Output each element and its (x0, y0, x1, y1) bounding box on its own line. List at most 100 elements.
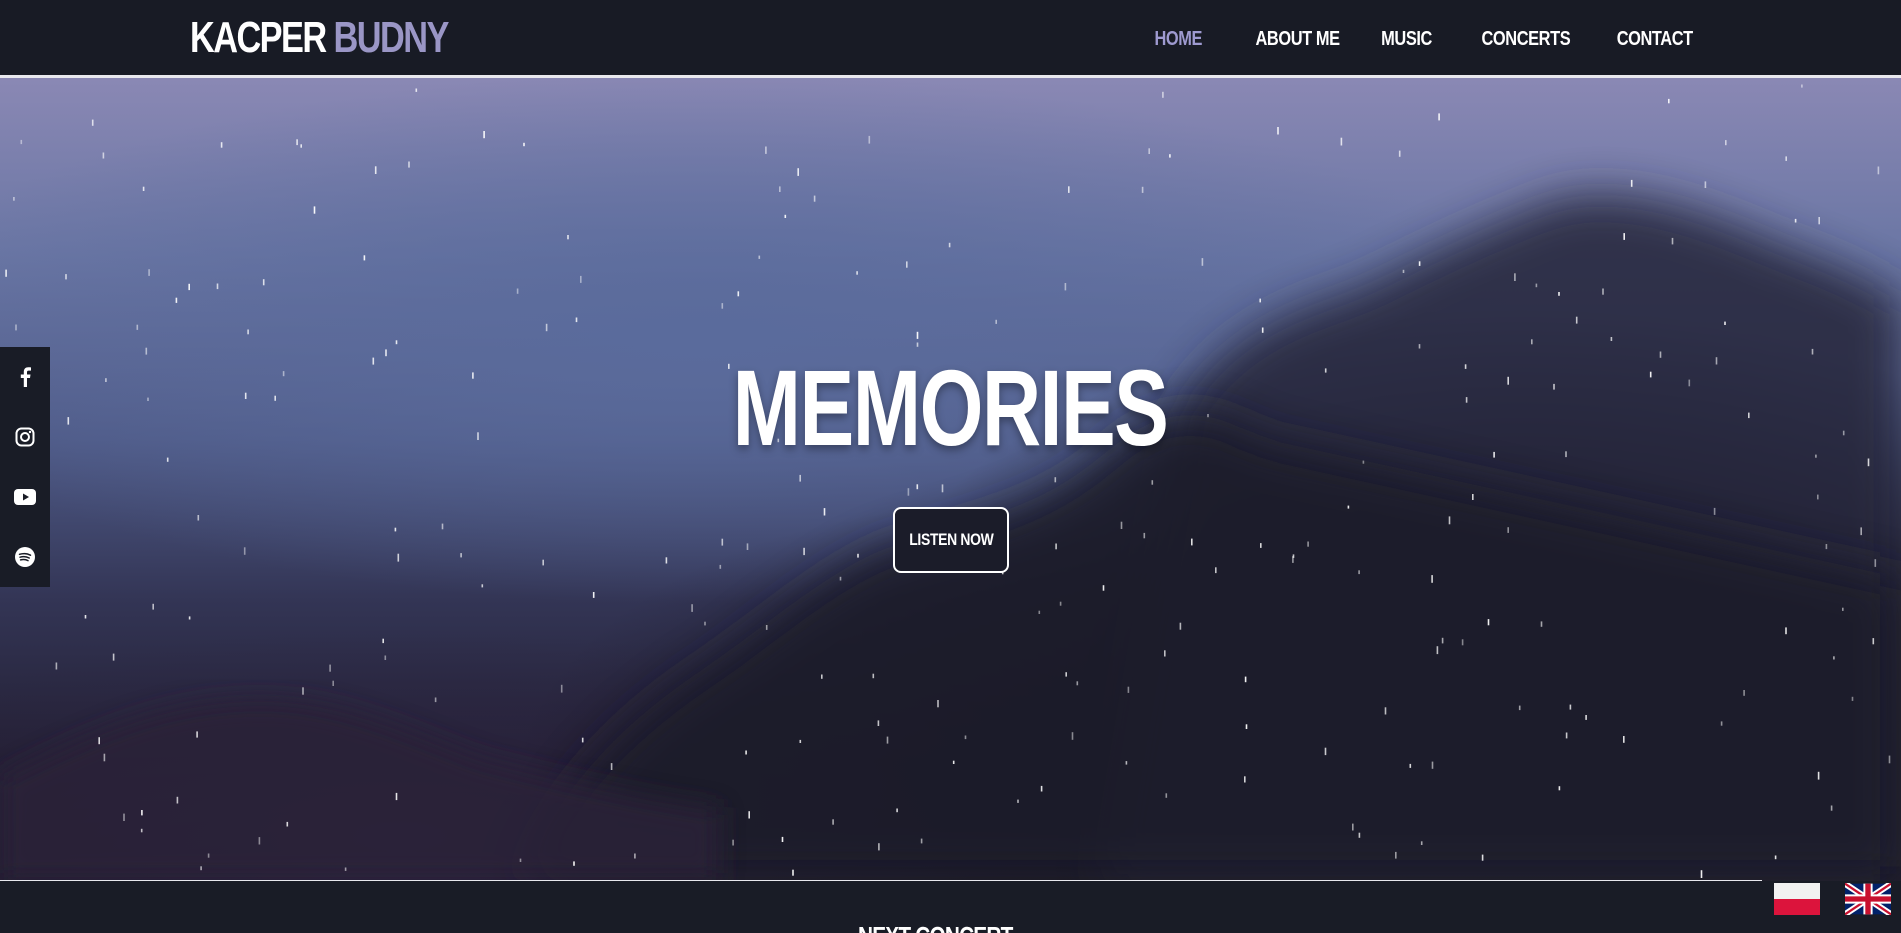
snow-particle (1700, 870, 1703, 878)
snow-particle (1565, 732, 1568, 739)
next-section: NEXT CONCERT (0, 881, 1901, 933)
snow-particle (665, 557, 668, 564)
snow-particle (592, 592, 595, 598)
snow-particle (207, 853, 210, 858)
snow-particle (140, 828, 143, 833)
uk-flag-icon[interactable] (1843, 881, 1893, 917)
snow-particle (329, 664, 331, 672)
snow-particle (995, 319, 997, 324)
nav-item-music[interactable]: MUSIC (1381, 26, 1432, 52)
snow-particle (102, 152, 105, 159)
nav-item-about-me[interactable]: ABOUT ME (1256, 26, 1341, 52)
social-sidebar (0, 347, 50, 587)
spotify-icon[interactable] (14, 546, 36, 568)
snow-particle (91, 119, 94, 126)
snow-particle (1472, 494, 1474, 500)
snow-particle (1888, 755, 1891, 764)
snow-particle (784, 214, 787, 218)
nav-item-home[interactable]: HOME (1155, 26, 1203, 52)
snow-particle (197, 515, 200, 521)
snow-particle (1610, 337, 1613, 341)
snow-particle (1825, 544, 1828, 550)
snow-particle (1191, 538, 1193, 546)
snow-particle (1438, 113, 1440, 121)
snow-particle (1151, 480, 1154, 485)
snow-particle (243, 547, 246, 555)
snow-particle (1148, 148, 1150, 154)
snow-particle (15, 324, 17, 331)
snow-particle (313, 206, 316, 214)
snow-particle (877, 720, 880, 726)
snow-particle (382, 638, 384, 644)
snow-particle (1038, 610, 1041, 614)
snow-particle (823, 508, 826, 516)
poland-flag-icon[interactable] (1774, 883, 1820, 915)
listen-now-button[interactable]: LISTEN NOW (893, 507, 1009, 573)
snow-particle (395, 340, 398, 345)
snow-particle (581, 737, 584, 743)
snow-particle (55, 662, 58, 670)
snow-particle (1872, 638, 1875, 645)
nav-item-contact[interactable]: CONTACT (1617, 26, 1693, 52)
snow-particle (363, 255, 366, 261)
snow-particle (1162, 91, 1164, 98)
snow-particle (1540, 621, 1543, 627)
youtube-icon[interactable] (14, 486, 36, 508)
snow-particle (1668, 98, 1670, 104)
snow-particle (1860, 527, 1862, 536)
facebook-icon[interactable] (14, 366, 36, 388)
site-logo[interactable]: KACPER BUDNY (190, 14, 449, 62)
snow-particle (1395, 851, 1397, 859)
snow-particle (394, 527, 397, 532)
listen-now-label: LISTEN NOW (908, 530, 994, 549)
snow-particle (732, 839, 734, 846)
snow-particle (1059, 601, 1062, 606)
snow-particle (781, 836, 784, 842)
snow-particle (1164, 650, 1166, 657)
snow-particle (1065, 672, 1067, 677)
snow-particle (188, 616, 191, 620)
snow-particle (1409, 763, 1412, 768)
snow-particle (721, 303, 724, 309)
snow-particle (408, 161, 410, 168)
snow-particle (415, 88, 418, 92)
snow-particle (1448, 516, 1451, 525)
snow-particle (1127, 686, 1130, 693)
snow-particle (1384, 707, 1387, 715)
snow-particle (175, 297, 178, 303)
snow-particle (792, 869, 794, 876)
snow-particle (799, 474, 801, 482)
snow-particle (434, 697, 437, 703)
snow-particle (1713, 507, 1716, 515)
snow-particle (20, 139, 23, 145)
snow-particle (1630, 179, 1633, 187)
snow-particle (1441, 637, 1444, 644)
snow-particle (1720, 721, 1723, 726)
snow-particle (332, 680, 334, 686)
snow-particle (1558, 292, 1560, 296)
snow-particle (152, 603, 154, 610)
snow-particle (610, 763, 613, 770)
snow-particle (575, 317, 578, 323)
snow-particle (1874, 559, 1877, 567)
instagram-icon[interactable] (14, 426, 36, 448)
snow-particle (886, 736, 889, 744)
snow-particle (719, 564, 722, 569)
snow-particle (1785, 627, 1787, 635)
snow-particle (65, 274, 67, 280)
snow-particle (395, 792, 398, 801)
next-section-heading-text: NEXT CONCERT (858, 925, 1013, 933)
snow-particle (1215, 567, 1217, 574)
snow-particle (1575, 316, 1578, 324)
snow-particle (1801, 84, 1803, 88)
snow-particle (1352, 823, 1354, 831)
snow-particle (704, 621, 706, 626)
snow-particle (1704, 181, 1707, 188)
snow-particle (941, 484, 944, 493)
snow-particle (1671, 237, 1674, 245)
snow-particle (1818, 217, 1820, 225)
nav-item-concerts[interactable]: CONCERTS (1481, 26, 1570, 52)
snow-particle (868, 135, 871, 144)
next-section-heading: NEXT CONCERT (858, 925, 1051, 933)
snow-particle (1125, 761, 1128, 765)
